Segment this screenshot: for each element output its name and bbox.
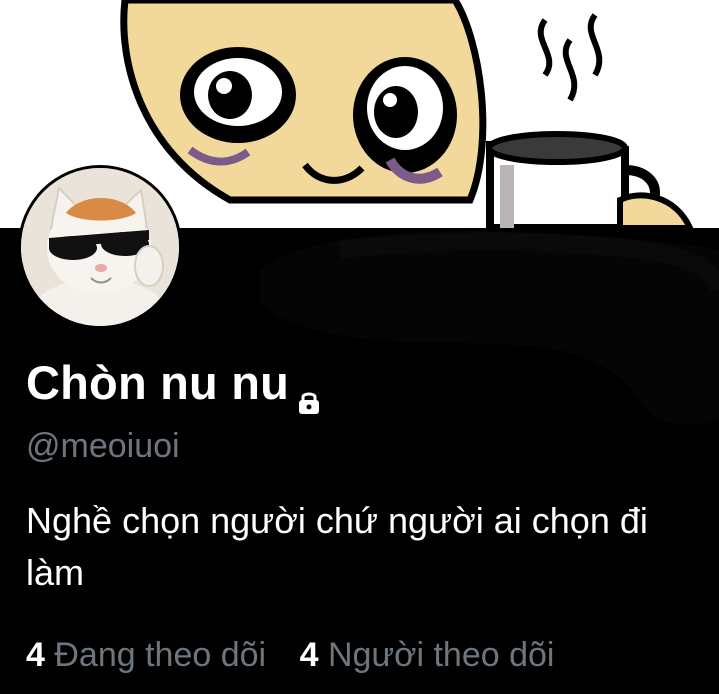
profile-handle: @meoiuoi [26,427,180,465]
following-count: 4 [26,636,45,674]
display-name-text: Chòn nu nu [26,356,290,409]
profile-display-name: Chòn nu nu [26,355,323,414]
cat-with-sunglasses-icon [21,168,179,326]
followers-link[interactable]: 4 Người theo dõi [300,636,555,675]
followers-count: 4 [299,636,319,674]
lock-icon [295,372,323,414]
profile-bio: Nghề chọn người chứ người ai chọn đi làm [26,500,648,593]
profile-avatar[interactable] [18,165,182,329]
following-label: Đang theo dõi [54,636,267,674]
profile-stats: 4 Đang theo dõi 4 Người theo dõi [26,636,578,675]
followers-label: Người theo dõi [327,636,555,674]
following-link[interactable]: 4 Đang theo dõi [26,636,266,675]
